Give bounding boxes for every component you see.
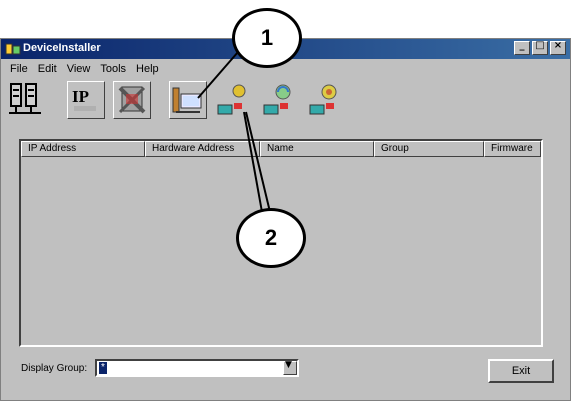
callout-2-pointer-a [243, 111, 263, 213]
callout-1: 1 [232, 8, 302, 68]
callout-2: 2 [236, 208, 306, 268]
callout-2-pointer-b [245, 111, 271, 213]
callout-1-pointer [197, 51, 239, 99]
